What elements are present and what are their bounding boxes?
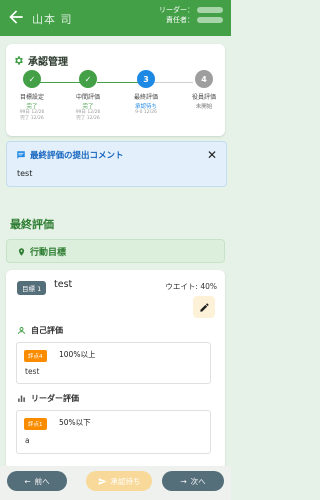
next-label: 次へ [190, 476, 206, 486]
employee-name: 山本 司 [32, 13, 73, 26]
step-name: 最終評価 [133, 94, 158, 101]
step-3[interactable]: 3 最終評価 承認待ち 9-0 12/26 [120, 70, 172, 116]
step-number: 3 [137, 70, 155, 88]
self-eval-note: test [25, 367, 40, 376]
send-icon [98, 477, 107, 485]
step-name: 中間評価 [75, 94, 100, 101]
step-name: 役員評価 [191, 94, 216, 101]
step-4[interactable]: 4 役員評価 未開始 [178, 70, 230, 110]
header-meta: リーダー： 責任者： [159, 5, 223, 25]
back-arrow-icon[interactable] [6, 7, 26, 27]
approval-title-text: 承認管理 [28, 57, 68, 68]
action-goal-title: 行動目標 [17, 245, 66, 258]
section-title: 最終評価 [10, 218, 54, 231]
goal-text: test [54, 279, 73, 290]
manager-label: 責任者： [166, 16, 194, 24]
leader-label: リーダー： [159, 6, 194, 14]
location-pin-icon [18, 247, 25, 256]
prev-button[interactable]: ← 前へ [7, 471, 67, 491]
comment-text: test [17, 169, 33, 178]
step-1[interactable]: ✓ 目標設定 完了 99日 12/26 完了 12/26 [6, 70, 58, 122]
score-value: 50%以下 [59, 418, 91, 427]
leader-eval-box: 評点1 50%以下 a [16, 410, 211, 454]
check-icon: ✓ [23, 70, 41, 88]
arrow-right-icon: → [180, 476, 187, 486]
step-date: 完了 12/26 [76, 116, 100, 121]
self-eval-heading: 自己評価 [17, 325, 63, 336]
next-button[interactable]: → 次へ [162, 471, 224, 491]
score-tag: 評点4 [24, 350, 47, 362]
gear-icon [15, 56, 23, 65]
comment-title-text: 最終評価の提出コメント [30, 151, 124, 161]
step-date: 9-0 12/26 [135, 110, 157, 115]
prev-label: 前へ [34, 476, 50, 486]
pending-label: 承認待ち [110, 476, 141, 486]
step-name: 目標設定 [19, 94, 44, 101]
goal-card: 目標 1 test ウエイト: 40% 自己評価 評点4 100%以上 test… [6, 270, 225, 470]
approval-card: 承認管理 ✓ 目標設定 完了 99日 12/26 完了 12/26 ✓ 中間評価… [6, 44, 225, 136]
score-value: 100%以上 [59, 350, 96, 359]
step-2[interactable]: ✓ 中間評価 完了 99日 12/26 完了 12/26 [62, 70, 114, 122]
leader-eval-title: リーダー評価 [31, 394, 79, 403]
goal-badge: 目標 1 [17, 281, 47, 295]
step-status: 未開始 [195, 104, 213, 110]
leader-eval-heading: リーダー評価 [17, 393, 79, 404]
step-status: 完了 [82, 104, 94, 110]
manager-name-redacted [197, 17, 223, 23]
leader-eval-note: a [25, 436, 30, 445]
comment-title: 最終評価の提出コメント [16, 149, 124, 161]
goal-weight: ウエイト: 40% [165, 282, 217, 291]
edit-button[interactable] [193, 296, 215, 318]
app-header: 山本 司 リーダー： 責任者： [0, 0, 231, 36]
check-icon: ✓ [79, 70, 97, 88]
pencil-icon [199, 302, 209, 312]
step-date: 完了 12/26 [20, 116, 44, 121]
close-icon[interactable]: ✕ [207, 148, 217, 162]
person-icon [18, 327, 25, 334]
pending-approval-button[interactable]: 承認待ち [86, 471, 152, 491]
bottom-navigation: ← 前へ 承認待ち → 次へ [0, 466, 231, 500]
comment-icon [17, 151, 25, 159]
arrow-left-icon: ← [24, 476, 31, 486]
submission-comment-panel: 最終評価の提出コメント ✕ test [6, 141, 227, 187]
score-tag: 評点1 [24, 418, 47, 430]
step-status: 承認待ち [134, 104, 157, 110]
leader-name-redacted [197, 7, 223, 13]
approval-title: 承認管理 [13, 53, 68, 68]
action-goal-header: 行動目標 [6, 239, 225, 263]
step-number: 4 [195, 70, 213, 88]
bar-chart-icon [18, 395, 25, 402]
action-goal-title-text: 行動目標 [30, 248, 67, 258]
step-status: 完了 [26, 104, 38, 110]
self-eval-title: 自己評価 [31, 326, 63, 335]
self-eval-box: 評点4 100%以上 test [16, 342, 211, 384]
